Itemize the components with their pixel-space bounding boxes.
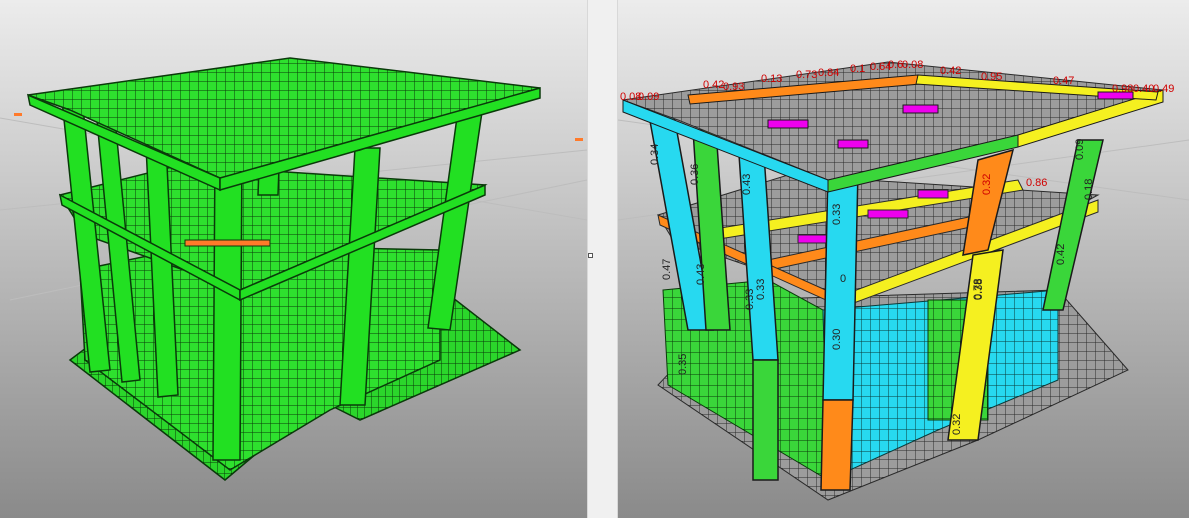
green-structure-model[interactable] bbox=[0, 0, 587, 518]
ratio-label: 0.43 bbox=[695, 264, 707, 285]
ratio-label: 0.33 bbox=[755, 279, 767, 300]
ratio-label: 0.09 bbox=[638, 91, 659, 103]
ratio-label: 0 bbox=[840, 273, 846, 285]
ratio-label: 0.47 bbox=[661, 259, 673, 280]
utilization-ratio-model[interactable]: 0.42 0.93 0.13 0.73 0.84 0.1 0.64 0.6 0.… bbox=[618, 0, 1189, 518]
ratio-label: 0.34 bbox=[649, 144, 661, 165]
ratio-label: 0.49 bbox=[1153, 83, 1174, 95]
ratio-label: 0.42 bbox=[1055, 244, 1067, 265]
viewport-splitter[interactable] bbox=[587, 0, 618, 518]
right-3d-viewport[interactable]: 0.42 0.93 0.13 0.73 0.84 0.1 0.64 0.6 0.… bbox=[618, 0, 1189, 518]
ratio-label: 0.40 bbox=[1133, 83, 1154, 95]
ratio-label: 0.1 bbox=[850, 63, 865, 75]
ratio-label: 0.30 bbox=[831, 329, 843, 350]
ratio-label: 0.33 bbox=[831, 204, 843, 225]
ratio-label: 0.08 bbox=[902, 59, 923, 71]
ratio-label: 0.47 bbox=[1053, 75, 1074, 87]
ratio-label: 0.84 bbox=[818, 67, 839, 79]
ratio-label: 0.73 bbox=[796, 69, 817, 81]
ratio-label: 0.35 bbox=[677, 354, 689, 375]
ratio-label: 0.18 bbox=[1083, 179, 1095, 200]
ratio-label: 0.6 bbox=[888, 59, 903, 71]
ratio-label: 0.93 bbox=[723, 81, 744, 93]
ratio-label: 0.32 bbox=[981, 174, 993, 195]
ratio-label: 0.32 bbox=[951, 414, 963, 435]
ratio-label: 0.42 bbox=[703, 79, 724, 91]
highlighted-beam bbox=[184, 239, 271, 247]
ratio-label: 0.42 bbox=[940, 65, 961, 77]
ratio-label: 0.43 bbox=[741, 174, 753, 195]
ratio-label: 0.13 bbox=[761, 73, 782, 85]
left-3d-viewport[interactable] bbox=[0, 0, 587, 518]
ratio-label: 0.36 bbox=[689, 164, 701, 185]
ratio-label: 0.98 bbox=[1112, 83, 1133, 95]
ratio-label: 0.78 bbox=[972, 279, 984, 300]
ratio-label: 0.09 bbox=[1074, 139, 1086, 160]
splitter-handle[interactable] bbox=[588, 253, 593, 258]
ratio-label: 0.95 bbox=[981, 71, 1002, 83]
ratio-label: 0.86 bbox=[1026, 177, 1047, 189]
